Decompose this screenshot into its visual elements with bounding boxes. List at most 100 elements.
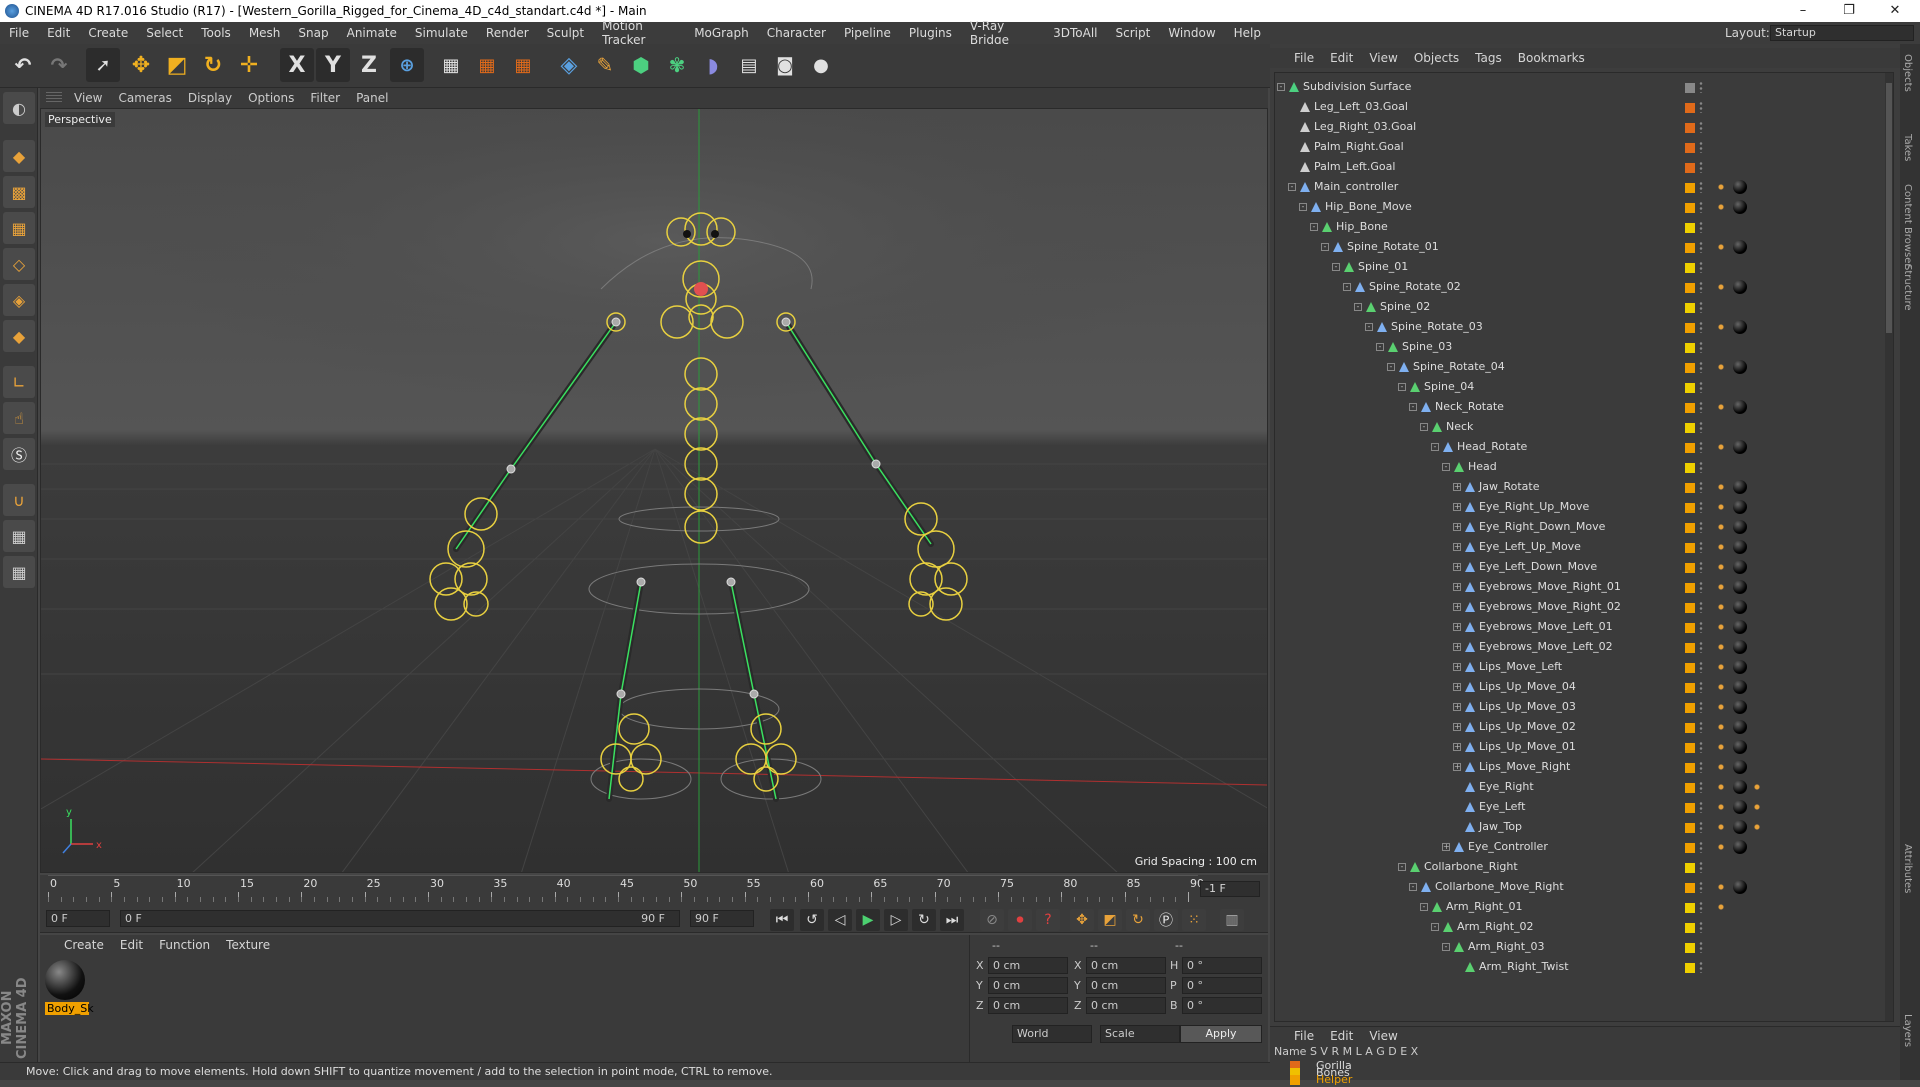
menu-script[interactable]: Script <box>1107 26 1160 40</box>
layer-color-chip[interactable] <box>1685 543 1695 553</box>
layer-color-chip[interactable] <box>1685 783 1695 793</box>
size-field[interactable]: 0 cm <box>1086 957 1166 974</box>
object-row[interactable]: + Eye_Controller <box>1275 837 1887 857</box>
layer-color-chip[interactable] <box>1685 83 1695 93</box>
menu-mograph[interactable]: MoGraph <box>685 26 758 40</box>
ik-tag-icon[interactable] <box>1715 761 1727 773</box>
material-tag-icon[interactable] <box>1733 200 1747 214</box>
ik-tag-icon[interactable] <box>1715 701 1727 713</box>
material-tag-icon[interactable] <box>1733 480 1747 494</box>
material-tag-icon[interactable] <box>1733 180 1747 194</box>
object-row[interactable]: - Spine_Rotate_02 <box>1275 277 1887 297</box>
z-axis-lock-button[interactable]: Z <box>352 48 386 82</box>
render-settings-icon[interactable]: ▦ <box>506 48 540 82</box>
rotation-field[interactable]: 0 ° <box>1182 957 1262 974</box>
menu-mesh[interactable]: Mesh <box>240 26 290 40</box>
material-tag-icon[interactable] <box>1733 500 1747 514</box>
position-field[interactable]: 0 cm <box>988 997 1068 1014</box>
expand-icon[interactable]: + <box>1453 643 1461 651</box>
layer-color-chip[interactable] <box>1685 343 1695 353</box>
next-frame-icon[interactable]: ▷ <box>884 909 908 931</box>
object-row[interactable]: Jaw_Top <box>1275 817 1887 837</box>
x-axis-lock-button[interactable]: X <box>280 48 314 82</box>
ik-tag-icon[interactable] <box>1715 721 1727 733</box>
expand-icon[interactable]: + <box>1453 763 1461 771</box>
render-view-icon[interactable]: ▦ <box>434 48 468 82</box>
workplane-lock-icon[interactable]: ▦ <box>3 520 35 552</box>
scale-tool-icon[interactable]: ◩ <box>160 48 194 82</box>
live-selection-icon[interactable]: ➚ <box>86 48 120 82</box>
visibility-dots-icon[interactable] <box>1699 861 1703 873</box>
layer-color-chip[interactable] <box>1685 923 1695 933</box>
material-tag-icon[interactable] <box>1733 880 1747 894</box>
menu-snap[interactable]: Snap <box>289 26 337 40</box>
layer-color-chip[interactable] <box>1685 203 1695 213</box>
expand-icon[interactable]: + <box>1453 523 1461 531</box>
menu-motion-tracker[interactable]: Motion Tracker <box>593 19 685 47</box>
redo-icon[interactable]: ↷ <box>42 48 76 82</box>
object-row[interactable]: - Arm_Right_03 <box>1275 937 1887 957</box>
object-row[interactable]: + Eye_Left_Down_Move <box>1275 557 1887 577</box>
ik-tag-icon[interactable] <box>1715 801 1727 813</box>
layer-color-chip[interactable] <box>1685 903 1695 913</box>
layer-color-chip[interactable] <box>1685 223 1695 233</box>
object-row[interactable]: Eye_Right <box>1275 777 1887 797</box>
object-row[interactable]: Arm_Right_Twist <box>1275 957 1887 977</box>
texture-mode-icon[interactable]: ▩ <box>3 176 35 208</box>
polygons-mode-icon[interactable]: ◆ <box>3 320 35 352</box>
ik-tag-icon[interactable] <box>1715 501 1727 513</box>
coordinate-system-dropdown[interactable]: World <box>1012 1025 1092 1043</box>
material-tag-icon[interactable] <box>1733 580 1747 594</box>
layer-color-chip[interactable] <box>1685 643 1695 653</box>
object-row[interactable]: + Eyebrows_Move_Left_01 <box>1275 617 1887 637</box>
visibility-dots-icon[interactable] <box>1699 341 1703 353</box>
material-tag-icon[interactable] <box>1733 620 1747 634</box>
axis-mode-icon[interactable]: ∟ <box>3 366 35 398</box>
visibility-dots-icon[interactable] <box>1699 101 1703 113</box>
layer-color-chip[interactable] <box>1685 443 1695 453</box>
layer-color-chip[interactable] <box>1685 123 1695 133</box>
collapse-icon[interactable]: - <box>1288 183 1296 191</box>
key-rotation-icon[interactable]: ↻ <box>1126 909 1150 931</box>
layer-row[interactable]: Helper <box>1274 1073 1674 1087</box>
workplane-snap-icon[interactable]: ▦ <box>3 556 35 588</box>
visibility-dots-icon[interactable] <box>1699 701 1703 713</box>
visibility-dots-icon[interactable] <box>1699 321 1703 333</box>
camera-icon[interactable]: ◙ <box>768 48 802 82</box>
ik-tag-icon[interactable] <box>1715 321 1727 333</box>
object-manager-tree[interactable]: - Subdivision Surface Leg_Left_03.Goal Leg_… <box>1274 72 1894 1022</box>
collapse-icon[interactable]: - <box>1321 243 1329 251</box>
visibility-dots-icon[interactable] <box>1699 761 1703 773</box>
viewport-menu-options[interactable]: Options <box>240 91 302 105</box>
layer-color-chip[interactable] <box>1685 483 1695 493</box>
expand-icon[interactable]: + <box>1453 483 1461 491</box>
layer-color-chip[interactable] <box>1685 423 1695 433</box>
object-row[interactable]: - Spine_01 <box>1275 257 1887 277</box>
collapse-icon[interactable]: - <box>1299 203 1307 211</box>
autokey-icon[interactable]: ? <box>1036 909 1060 931</box>
visibility-dots-icon[interactable] <box>1699 161 1703 173</box>
visibility-dots-icon[interactable] <box>1699 801 1703 813</box>
floor-grid-icon[interactable]: ▤ <box>732 48 766 82</box>
object-row[interactable]: + Lips_Up_Move_01 <box>1275 737 1887 757</box>
material-tag-icon[interactable] <box>1733 320 1747 334</box>
coordinate-system-icon[interactable]: ⊕ <box>390 48 424 82</box>
layer-color-chip[interactable] <box>1685 883 1695 893</box>
visibility-dots-icon[interactable] <box>1699 941 1703 953</box>
material-tag-icon[interactable] <box>1733 800 1747 814</box>
layer-color-chip[interactable] <box>1685 363 1695 373</box>
expand-icon[interactable]: + <box>1442 843 1450 851</box>
last-tool-icon[interactable]: ✛ <box>232 48 266 82</box>
visibility-dots-icon[interactable] <box>1699 901 1703 913</box>
object-row[interactable]: - Head_Rotate <box>1275 437 1887 457</box>
next-key-icon[interactable]: ↻ <box>912 909 936 931</box>
visibility-dots-icon[interactable] <box>1699 921 1703 933</box>
visibility-dots-icon[interactable] <box>1699 821 1703 833</box>
mograph-cloner-icon[interactable]: ✾ <box>660 48 694 82</box>
menu-plugins[interactable]: Plugins <box>900 26 961 40</box>
visibility-dots-icon[interactable] <box>1699 521 1703 533</box>
menu-sculpt[interactable]: Sculpt <box>538 26 593 40</box>
collapse-icon[interactable]: - <box>1398 863 1406 871</box>
ik-tag-icon[interactable] <box>1715 181 1727 193</box>
position-field[interactable]: 0 cm <box>988 957 1068 974</box>
